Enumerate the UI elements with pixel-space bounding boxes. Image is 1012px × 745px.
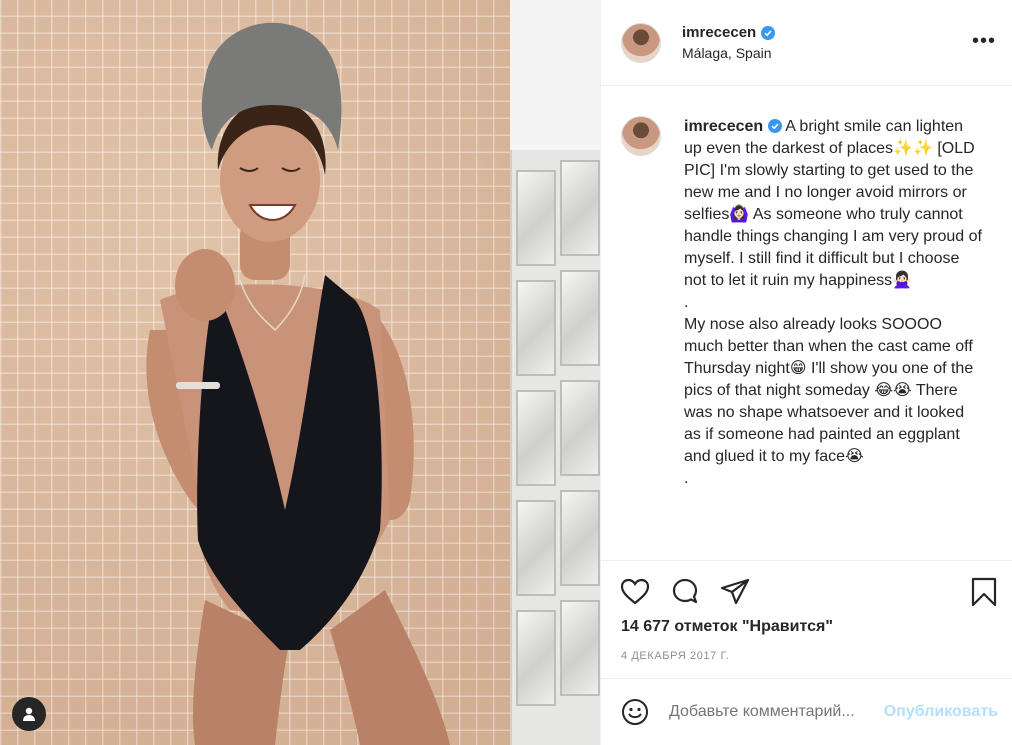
caption-row: imrececen A bright smile can lighten up … bbox=[621, 116, 996, 490]
caption-scroll-area[interactable]: imrececen A bright smile can lighten up … bbox=[601, 87, 1012, 559]
header-username-row: imrececen bbox=[682, 24, 776, 41]
comment-bar: Опубликовать bbox=[601, 678, 1012, 745]
heart-icon[interactable] bbox=[619, 576, 651, 608]
avatar[interactable] bbox=[621, 116, 661, 156]
post-panel: imrececen Málaga, Spain ••• imrececen A … bbox=[600, 0, 1012, 745]
comment-bubble-icon[interactable] bbox=[669, 576, 701, 608]
caption-username[interactable]: imrececen bbox=[684, 118, 763, 135]
smiley-face-icon[interactable] bbox=[621, 698, 649, 726]
verified-badge-icon bbox=[761, 25, 776, 40]
post-photo[interactable] bbox=[0, 0, 600, 745]
avatar[interactable] bbox=[621, 22, 661, 63]
comment-input[interactable] bbox=[669, 703, 869, 721]
action-bar bbox=[601, 560, 1012, 620]
post-comment-button[interactable]: Опубликовать bbox=[884, 703, 998, 721]
paper-plane-icon[interactable] bbox=[719, 576, 751, 608]
header-text: imrececen Málaga, Spain bbox=[682, 24, 776, 61]
header-username[interactable]: imrececen bbox=[682, 24, 756, 41]
verified-badge-icon bbox=[763, 118, 785, 135]
photo-person bbox=[146, 22, 450, 745]
post-header: imrececen Málaga, Spain ••• bbox=[601, 0, 1012, 86]
likes-count[interactable]: 14 677 отметок "Нравится" bbox=[621, 618, 833, 636]
more-options-icon[interactable]: ••• bbox=[972, 30, 996, 53]
caption-text: imrececen A bright smile can lighten up … bbox=[684, 116, 984, 490]
location-link[interactable]: Málaga, Spain bbox=[682, 45, 775, 61]
bookmark-icon[interactable] bbox=[968, 576, 1000, 608]
caption-body: A bright smile can lighten up even the d… bbox=[684, 118, 982, 487]
user-silhouette-icon[interactable] bbox=[12, 697, 46, 731]
post-date[interactable]: 4 ДЕКАБРЯ 2017 Г. bbox=[621, 650, 729, 662]
